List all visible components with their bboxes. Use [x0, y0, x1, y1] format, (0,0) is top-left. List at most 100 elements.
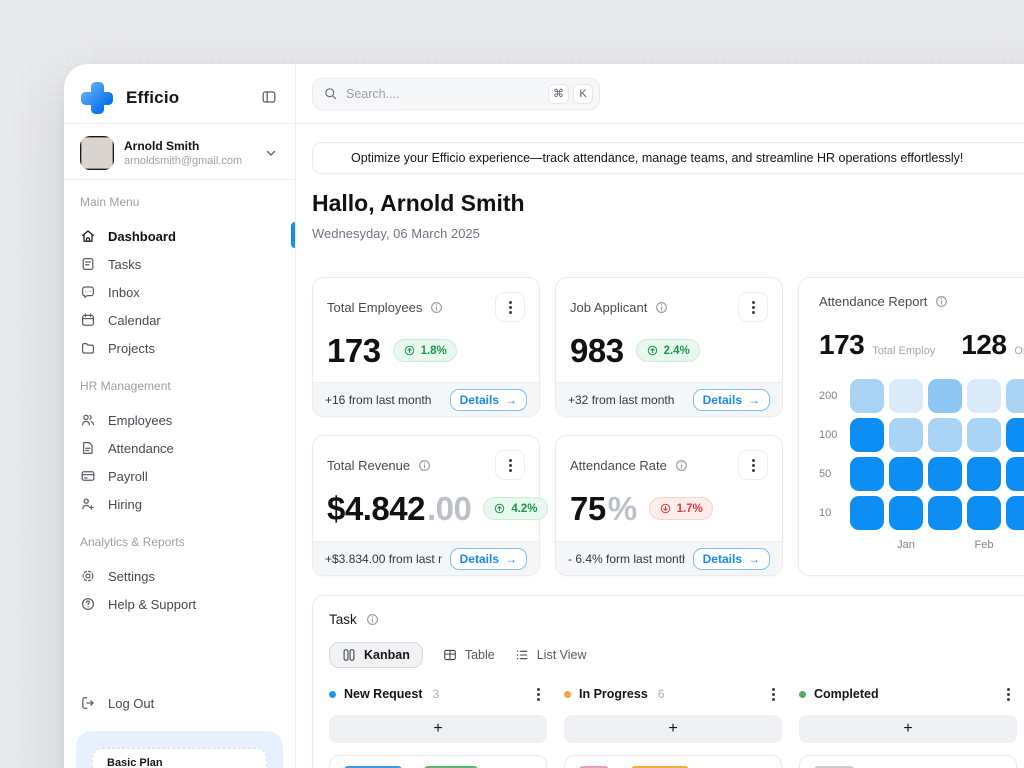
on-time-label: On Time: [1014, 345, 1024, 359]
kebab-icon: [752, 306, 755, 309]
heatmap-cell: [967, 418, 1001, 452]
inbox-icon: [80, 284, 96, 300]
details-button[interactable]: Details→: [450, 389, 527, 411]
logout-icon: [80, 695, 96, 711]
view-tab-table[interactable]: Table: [443, 642, 495, 668]
nav-section-label: Analytics & Reports: [80, 534, 279, 550]
sidebar-item-settings[interactable]: Settings: [80, 562, 279, 590]
kebab-menu-button[interactable]: [999, 685, 1017, 703]
sidebar-item-calendar[interactable]: Calendar: [80, 306, 279, 334]
heatmap-cell: [928, 457, 962, 491]
user-profile[interactable]: Arnold Smith arnoldsmith@gmail.com: [80, 135, 279, 171]
search-icon: [323, 86, 338, 101]
attendance-report-stats: 173 Total Employ 128 On Time: [819, 331, 1024, 359]
nav-item-label: Hiring: [108, 497, 142, 512]
bolt-icon: [325, 150, 341, 166]
sidebar-item-dashboard[interactable]: Dashboard: [80, 222, 279, 250]
search-shortcut: ⌘ K: [548, 84, 593, 104]
panel-icon: [261, 89, 277, 105]
home-icon: [80, 228, 96, 244]
kebab-icon: [509, 306, 512, 309]
kanban-column-new-request: New Request3+: [329, 685, 547, 768]
stat-value-suffix: .00: [427, 490, 471, 527]
info-icon: [417, 458, 432, 473]
heatmap-cell: [1006, 496, 1024, 530]
sidebar-item-attendance[interactable]: Attendance: [80, 434, 279, 462]
current-date: Wednesyday, 06 March 2025: [312, 226, 480, 241]
arrow-right-icon: →: [748, 552, 760, 566]
sidebar-item-payroll[interactable]: Payroll: [80, 462, 279, 490]
heatmap-cell: [889, 379, 923, 413]
add-task-button[interactable]: +: [564, 715, 782, 743]
heatmap-cell: [889, 418, 923, 452]
nav-section-label: Main Menu: [80, 194, 279, 210]
stat-card-footer: +16 from last monthDetails→: [313, 382, 539, 416]
task-card[interactable]: [329, 755, 547, 768]
sidebar-item-inbox[interactable]: Inbox: [80, 278, 279, 306]
sidebar-item-employees[interactable]: Employees: [80, 406, 279, 434]
sidebar-item-help-support[interactable]: Help & Support: [80, 590, 279, 618]
heatmap-cell: [850, 418, 884, 452]
user-info: Arnold Smith arnoldsmith@gmail.com: [124, 139, 242, 167]
nav-item-label: Help & Support: [108, 597, 196, 612]
kanban-column-completed: Completed+: [799, 685, 1017, 768]
heatmap-y-label: 100: [819, 429, 845, 441]
stat-card-title: Attendance Rate: [570, 458, 667, 473]
stat-card-total-employees: Total Employees1731.8%+16 from last mont…: [312, 277, 540, 417]
trend-badge: 4.2%: [483, 497, 547, 520]
sidebar-toggle-button[interactable]: [259, 88, 279, 108]
chevron-down-icon[interactable]: [263, 145, 279, 161]
search-placeholder: Search....: [346, 87, 540, 101]
banner-text: Optimize your Efficio experience—track a…: [351, 151, 963, 165]
heatmap-cell: [889, 457, 923, 491]
attendance-report-title: Attendance Report: [819, 294, 927, 309]
kanban-column-count: 3: [433, 687, 440, 701]
total-employ-stat: 173 Total Employ: [819, 331, 935, 359]
nav-item-label: Inbox: [108, 285, 140, 300]
nav-item-label: Payroll: [108, 469, 148, 484]
tasks-icon: [80, 256, 96, 272]
stat-card-total-revenue: Total Revenue$4.842.004.2%+$3.834.00 fro…: [312, 435, 540, 576]
kanban-column-count: 6: [658, 687, 665, 701]
view-tab-label: Table: [465, 648, 495, 662]
stat-card-attendance-rate: Attendance Rate75%1.7%- 6.4% form last m…: [555, 435, 783, 576]
total-employ-value: 173: [819, 331, 864, 359]
kebab-menu-button[interactable]: [495, 292, 525, 322]
logo-row: Efficio: [80, 78, 279, 118]
trend-up-icon: [493, 502, 506, 515]
nav-item-label: Employees: [108, 413, 172, 428]
view-tab-kanban[interactable]: Kanban: [329, 642, 423, 668]
info-icon: [365, 612, 380, 627]
details-button[interactable]: Details→: [450, 548, 527, 570]
details-button[interactable]: Details→: [693, 389, 770, 411]
attendance-report-card: Attendance Report 173 Total Employ 128 O…: [798, 277, 1024, 576]
plan-card[interactable]: Basic Plan: [76, 731, 283, 768]
add-task-button[interactable]: +: [329, 715, 547, 743]
kebab-menu-button[interactable]: [529, 685, 547, 703]
add-task-button[interactable]: +: [799, 715, 1017, 743]
logout-button[interactable]: Log Out: [80, 688, 279, 718]
task-card[interactable]: [799, 755, 1017, 768]
status-dot: [564, 691, 571, 698]
nav-item-label: Calendar: [108, 313, 161, 328]
heatmap-cell: [967, 379, 1001, 413]
sidebar-item-projects[interactable]: Projects: [80, 334, 279, 362]
kebab-menu-button[interactable]: [495, 450, 525, 480]
kanban-board: New Request3+In Progress6+Completed+: [329, 685, 1024, 768]
search-input[interactable]: Search.... ⌘ K: [312, 78, 600, 110]
sidebar-item-tasks[interactable]: Tasks: [80, 250, 279, 278]
kebab-icon: [772, 693, 775, 696]
details-button[interactable]: Details→: [693, 548, 770, 570]
heatmap-y-label: 10: [819, 507, 845, 519]
logout-label: Log Out: [108, 696, 154, 711]
footer-note: +$3.834.00 from last mont: [325, 552, 442, 566]
plan-name: Basic Plan: [107, 757, 163, 768]
sidebar-item-hiring[interactable]: Hiring: [80, 490, 279, 518]
kebab-menu-button[interactable]: [764, 685, 782, 703]
stat-card-title: Total Employees: [327, 300, 422, 315]
view-tab-list-view[interactable]: List View: [515, 642, 587, 668]
kebab-menu-button[interactable]: [738, 450, 768, 480]
kebab-menu-button[interactable]: [738, 292, 768, 322]
stat-value-row: $4.842.004.2%: [327, 492, 525, 525]
task-card[interactable]: [564, 755, 782, 768]
